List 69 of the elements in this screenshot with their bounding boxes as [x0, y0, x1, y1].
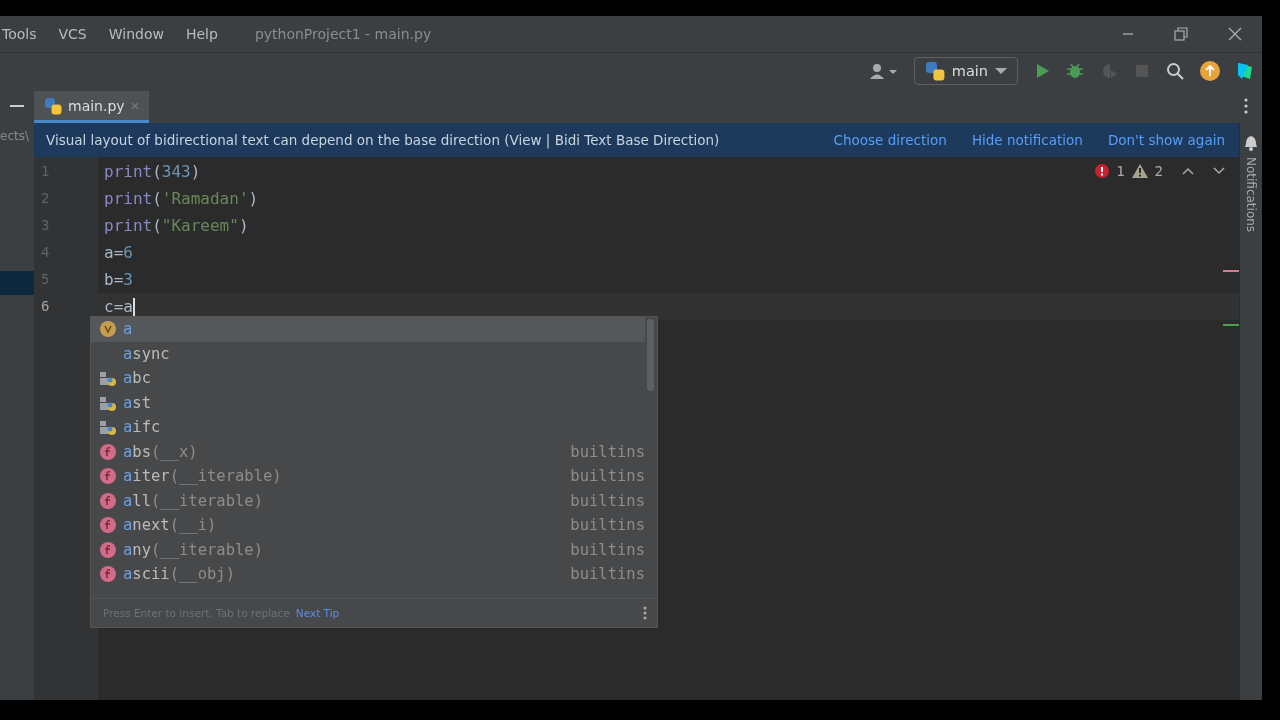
user-dropdown-icon[interactable]	[867, 62, 898, 80]
variable-icon	[99, 320, 117, 339]
function-icon	[99, 467, 117, 486]
code-line: a=6	[103, 242, 133, 264]
completion-item[interactable]: async	[91, 341, 645, 366]
bug-icon[interactable]	[1066, 62, 1084, 80]
module-source: builtins	[570, 540, 645, 559]
notification-link[interactable]: Don't show again	[1107, 132, 1225, 148]
menu-item[interactable]: Window	[97, 26, 175, 42]
completion-item[interactable]: a	[91, 317, 645, 342]
error-count[interactable]: 1	[1116, 163, 1125, 179]
code-line: print("Kareem")	[103, 215, 249, 237]
notification-link[interactable]: Hide notification	[971, 132, 1083, 148]
restore-icon[interactable]	[1174, 27, 1188, 41]
code-line: print('Ramadan')	[103, 188, 259, 210]
branch-name: main	[951, 63, 988, 79]
notification-text: Visual layout of bidirectional text can depend on the base direction (View | Bidi Text Base Direction)	[46, 132, 720, 148]
close-icon[interactable]	[1228, 27, 1242, 41]
function-icon	[99, 565, 117, 584]
python-file-icon	[44, 96, 62, 115]
package-icon	[99, 418, 117, 437]
bell-icon[interactable]	[1244, 135, 1258, 151]
function-icon	[99, 491, 117, 510]
completion-item[interactable]: abs(__x) builtins	[91, 439, 645, 464]
code-line: print(343)	[103, 161, 201, 183]
caret-icon	[995, 67, 1007, 75]
module-source: builtins	[570, 467, 645, 486]
menu-item[interactable]: Help	[174, 26, 229, 42]
search-icon[interactable]	[1166, 62, 1184, 80]
chevron-up-icon[interactable]	[1182, 167, 1194, 175]
menu-item[interactable]: Tools	[0, 26, 48, 42]
editor-tab[interactable]: main.py	[34, 91, 149, 123]
next-tip-link[interactable]: Next Tip	[295, 607, 340, 619]
scrollbar-thumb[interactable]	[647, 319, 654, 391]
error-icon[interactable]	[1095, 164, 1110, 178]
more-icon[interactable]	[1244, 98, 1248, 114]
completion-item[interactable]: aiter(__iterable) builtins	[91, 464, 645, 489]
run-icon[interactable]	[1034, 63, 1050, 79]
warning-count[interactable]: 2	[1154, 163, 1163, 179]
module-source: builtins	[570, 442, 645, 461]
chevron-down-icon[interactable]	[1213, 167, 1225, 175]
completion-item[interactable]: abc	[91, 366, 645, 391]
completion-item[interactable]: aifc	[91, 415, 645, 440]
menu-item[interactable]: VCS	[47, 26, 98, 42]
warning-icon[interactable]	[1131, 164, 1148, 178]
more-icon[interactable]	[643, 606, 647, 620]
text-caret	[132, 298, 135, 317]
code-line: b=3	[103, 269, 133, 291]
package-icon	[99, 369, 117, 388]
completion-item[interactable]: all(__iterable) builtins	[91, 488, 645, 513]
module-source: builtins	[570, 565, 645, 584]
completion-item[interactable]: any(__iterable) builtins	[91, 537, 645, 562]
python-icon	[924, 61, 945, 81]
completion-item[interactable]: ascii(__obj) builtins	[91, 562, 645, 587]
branch-selector[interactable]: main	[913, 57, 1018, 85]
module-source: builtins	[570, 491, 645, 510]
project-path: ects\	[0, 129, 30, 143]
completion-item[interactable]: anext(__i) builtins	[91, 513, 645, 538]
window-title: pythonProject1 - main.py	[254, 26, 432, 42]
completion-item[interactable]: ast	[91, 390, 645, 415]
update-icon[interactable]	[1200, 61, 1220, 81]
notifications-tool-tab[interactable]: Notifications	[1244, 157, 1258, 233]
module-source: builtins	[570, 516, 645, 535]
app-logo-icon	[1236, 61, 1254, 81]
line-number: 6	[40, 297, 51, 316]
function-icon	[99, 442, 117, 461]
function-icon	[99, 540, 117, 559]
function-icon	[99, 516, 117, 535]
notification-link[interactable]: Choose direction	[833, 132, 947, 148]
